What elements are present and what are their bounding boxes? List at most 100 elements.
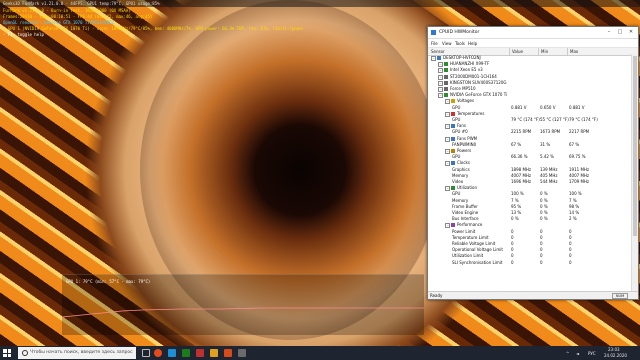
sensor-name: Utilization [457,185,478,191]
sensor-row[interactable]: Operational Voltage Limit 0 0 0 [428,247,628,253]
sensor-value: 4007 MHz [511,172,532,178]
sensor-min: 0 % [540,216,548,222]
sensor-row[interactable]: Video Engine 13 % 0 % 14 % [428,210,628,216]
sensor-row[interactable]: Graphics 1898 MHz 139 MHz 1911 MHz [428,167,628,173]
voltage-icon [451,99,455,104]
cpuid-taskbar-icon[interactable] [238,349,246,357]
hwmonitor-window[interactable]: CPUID HWMonitor – □ ✕ File View Tools He… [427,26,639,300]
furmark-taskbar-icon[interactable] [210,349,218,357]
tree-node[interactable]: − Fans [428,123,628,130]
sensor-min: 0 [540,228,543,234]
tree-node[interactable]: − Utilization [428,185,628,192]
telegram-icon[interactable] [168,349,176,357]
sensor-value: 0 [511,241,514,246]
tree-node[interactable]: − NVIDIA GeForce GTX 1070 Ti [428,92,628,99]
sensor-row[interactable]: Temperature Limit 0 0 0 [428,235,628,241]
sensor-row[interactable]: Utilization Limit 0 0 0 [428,253,628,259]
sensor-name: Temperature Limit [452,234,489,240]
task-view-icon[interactable] [142,349,150,357]
tree-node[interactable]: − ST2000DM001-1CH164 [428,74,628,80]
search-placeholder: Чтобы начать поиск, введите здесь запрос [30,350,133,355]
sensor-min: 31 % [540,141,551,147]
sensor-name: Graphics [452,166,470,172]
msi-afterburner-icon[interactable] [224,349,232,357]
minimize-button[interactable]: – [604,29,614,36]
sensor-row[interactable]: Memory 4007 MHz 405 MHz 4007 MHz [428,173,628,179]
sensor-value: 2215 RPM [511,129,532,135]
sensor-max: 2217 RPM [569,129,590,135]
tray-language[interactable]: РУС [588,351,596,356]
menu-tools[interactable]: Tools [455,41,465,46]
sensor-name: Fans PWM [457,135,478,141]
sensor-value: 95 % [511,203,522,209]
sensor-name: GPU #0 [452,129,468,135]
tray-chevron-icon[interactable]: ^ [566,351,569,356]
opera-icon[interactable] [154,349,162,357]
hwmonitor-titlebar[interactable]: CPUID HWMonitor – □ ✕ [428,27,638,39]
scrollbar-thumb[interactable] [633,56,637,236]
sensor-row[interactable]: GPU 66.36 % 5.42 % 69.75 % [428,154,628,160]
tree-node[interactable]: − Clocks [428,160,628,167]
sensor-name: Video [452,179,464,184]
menu-file[interactable]: File [431,41,438,46]
sensor-min: 544 MHz [540,179,558,184]
sensor-value: 13 % [511,210,522,215]
tree-node[interactable]: − Powers [428,148,628,154]
sensor-min: 0 [540,247,543,253]
tree-node[interactable]: − Voltages [428,98,628,105]
sensor-tree[interactable]: − DESKTOP-HVFO2NJ − HUANANZHI X99-TF − Intel … [428,54,638,292]
sensor-row[interactable]: GPU 0.881 V 0.650 V 0.881 V [428,105,628,111]
fan-icon [451,124,455,129]
tree-node[interactable]: − KINGSTON SUV400S37120G [428,80,628,86]
tree-node[interactable]: − HUANANZHI X99-TF [428,61,628,68]
sensor-row[interactable]: GPU 79 °C (174 °F) 55 °C (127 °F) 79 °C (17… [428,117,628,123]
status-bar: Ready NUM [428,291,638,299]
sensor-row[interactable]: SLI Synchronisation Limit 0 0 0 [428,260,628,266]
motherboard-icon [444,62,448,67]
start-button[interactable] [3,349,11,357]
sensor-min: 55 °C (127 °F) [540,117,569,122]
tray-date[interactable]: 24.02.2020 [604,353,627,358]
sensor-row[interactable]: Frame Buffer 95 % 0 % 98 % [428,204,628,210]
tree-node[interactable]: − Fans PWM [428,136,628,142]
maximize-button[interactable]: □ [615,29,625,36]
sensor-value: 0 [511,253,514,259]
sensor-row[interactable]: Video 1696 MHz 544 MHz 1709 MHz [428,179,628,185]
sensor-row[interactable]: Bus Interface 0 % 0 % 2 % [428,216,628,222]
sensor-row[interactable]: Power Limit 0 0 0 [428,229,628,235]
taskbar-search-box[interactable]: Чтобы начать поиск, введите здесь запрос [18,347,136,359]
sensor-row[interactable]: Memory 7 % 0 % 7 % [428,198,628,204]
sensor-value: 0 % [511,216,519,222]
sensor-name: Memory [452,172,469,178]
sensor-max: 0 [569,241,572,246]
tree-node[interactable]: − DESKTOP-HVFO2NJ [428,55,628,61]
sensor-max: 0 [569,253,572,259]
performance-icon [451,223,455,228]
sensor-name: DESKTOP-HVFO2NJ [443,55,481,60]
menu-help[interactable]: Help [468,41,477,46]
tree-node[interactable]: − Performance [428,222,628,229]
tree-node[interactable]: − Intel Xeon E5 v3 [428,67,628,74]
sensor-row[interactable]: GPU 100 % 0 % 100 % [428,191,628,197]
sensor-name: FANPWMIN0 [452,141,477,147]
sensor-value: 0 [511,234,514,240]
tray-time[interactable]: 23:03 [608,347,620,352]
app-icon[interactable] [196,349,204,357]
menu-view[interactable]: View [442,41,452,46]
sensor-name: Power Limit [452,228,476,234]
sensor-name: Operational Voltage Limit [452,247,503,253]
sensor-row[interactable]: Reliable Voltage Limit 0 0 0 [428,241,628,247]
steam-icon[interactable] [182,349,190,357]
gpu-icon [444,93,448,98]
tree-node[interactable]: − Temperatures [428,111,628,117]
sensor-row[interactable]: GPU #0 2215 RPM 1673 RPM 2217 RPM [428,129,628,135]
hwmonitor-app-icon [431,30,436,35]
sensor-name: Fans [457,123,467,129]
volume-icon[interactable]: ◄ [576,351,579,356]
sensor-name: Video Engine [452,210,479,215]
close-button[interactable]: ✕ [626,29,636,36]
vertical-scrollbar[interactable] [631,54,638,292]
tree-node[interactable]: − Force MP510 [428,86,628,92]
sensor-max: 67 % [569,141,580,147]
sensor-row[interactable]: FANPWMIN0 67 % 31 % 67 % [428,142,628,148]
